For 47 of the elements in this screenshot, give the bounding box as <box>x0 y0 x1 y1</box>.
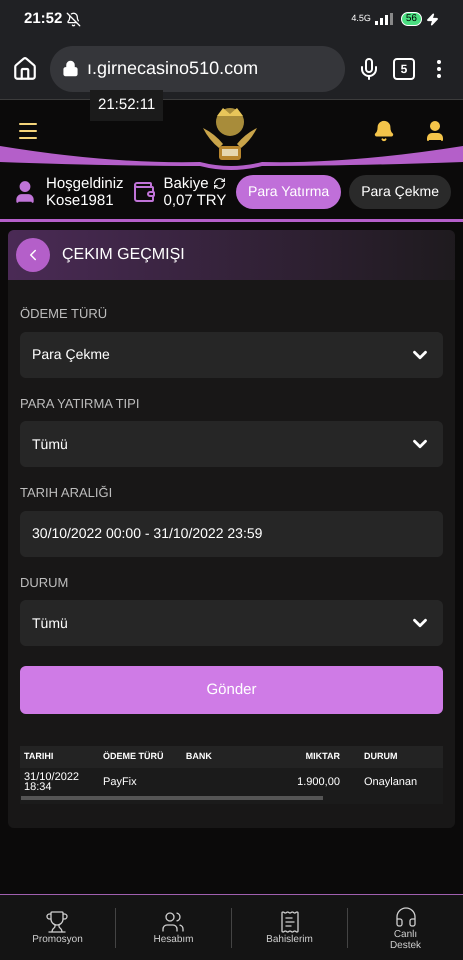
signal-icon <box>374 13 393 25</box>
battery-level: 56 <box>400 12 422 26</box>
nav-tab[interactable]: Hesabım <box>153 910 194 945</box>
tooltip: 21:52:11 <box>90 90 164 120</box>
dropdown[interactable]: Tümü <box>20 600 443 646</box>
trophy-icon <box>45 910 70 934</box>
withdraw-button[interactable]: Para Çekme <box>349 174 451 208</box>
table-cell-text: 1.900,00 <box>296 774 340 790</box>
bell-icon[interactable] <box>373 120 395 142</box>
greeting: Hoşgeldiniz <box>46 174 124 192</box>
table-cell-text: Onaylanan <box>362 774 418 790</box>
nav-tab[interactable]: Promosyon <box>32 910 83 945</box>
back-button[interactable] <box>16 238 50 272</box>
table-cell-text: 31/10/2022 18:34 <box>24 772 80 792</box>
balance-label: Bakiye <box>164 174 209 192</box>
status-time: 21:52 <box>24 8 62 29</box>
field-label: ÖDEME TÜRÜ <box>20 305 108 323</box>
column-header: BANK <box>186 750 213 764</box>
column-header: DURUM <box>362 750 398 764</box>
users-icon <box>161 910 186 934</box>
muted-icon <box>66 12 82 26</box>
charging-icon <box>426 12 439 26</box>
nav-tab[interactable]: Canlı Destek <box>390 904 422 950</box>
network-type: 4.5G <box>351 12 371 26</box>
tab-count[interactable]: 5 <box>393 58 415 80</box>
table-cell-text: PayFix <box>102 774 138 790</box>
balance-amount: 0,07 TRY <box>164 192 226 208</box>
headset-icon <box>394 904 418 928</box>
nav-tab[interactable]: Bahislerim <box>266 910 313 945</box>
column-header: ÖDEME TÜRÜ <box>102 750 164 764</box>
refresh-icon[interactable] <box>212 176 226 190</box>
address-bar[interactable]: ı.girnecasino510.com <box>50 46 345 92</box>
column-header: TARIHI <box>24 750 54 764</box>
wallet-icon <box>132 180 156 204</box>
home-icon[interactable] <box>12 56 38 82</box>
scrollbar[interactable] <box>21 796 323 800</box>
dropdown[interactable]: Tümü <box>20 421 443 467</box>
input-field[interactable]: 30/10/2022 00:00 - 31/10/2022 23:59 <box>20 510 443 556</box>
field-label: PARA YATIRMA TIPI <box>20 394 140 412</box>
field-label: DURUM <box>20 574 70 592</box>
card-title: ÇEKIM GEÇMIŞI <box>62 245 185 265</box>
column-header: MIKTAR <box>304 750 340 764</box>
field-label: TARIH ARALIĞI <box>20 484 114 502</box>
url-text: ı.girnecasino510.com <box>87 57 258 80</box>
lock-icon <box>62 60 79 77</box>
dropdown[interactable]: Para Çekme <box>20 332 443 378</box>
username: Kose1981 <box>46 192 115 208</box>
